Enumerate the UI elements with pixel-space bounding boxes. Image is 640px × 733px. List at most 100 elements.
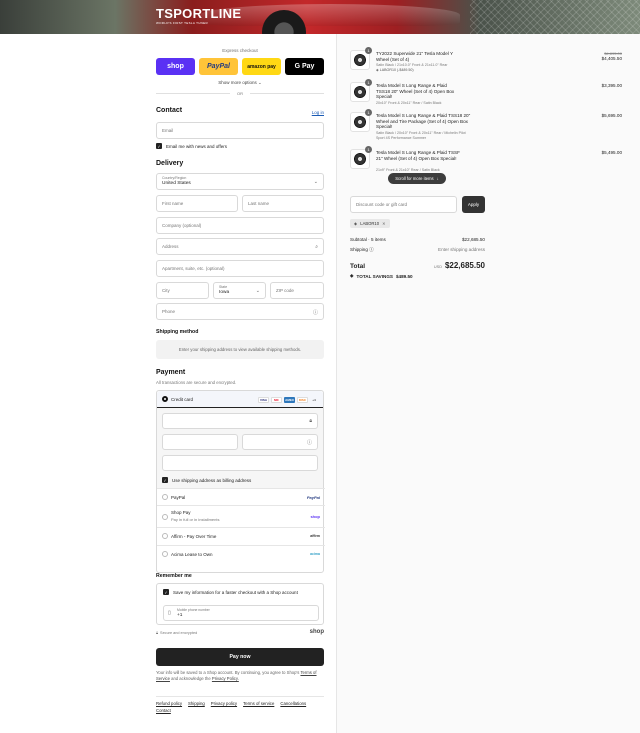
credit-card-radio[interactable] xyxy=(162,396,168,402)
terms-of-service-footer-link[interactable]: Terms of service xyxy=(243,701,274,706)
total-row: Total USD $22,685.50 xyxy=(350,261,485,270)
logo-brand: TSPORTLINE xyxy=(156,6,242,21)
country-value: United States xyxy=(162,181,191,186)
mastercard-icon: MC xyxy=(271,397,282,403)
shop-pay-option[interactable]: Shop Pay Pay in full or in installments … xyxy=(157,505,325,527)
remove-code-icon[interactable]: ✕ xyxy=(382,221,386,226)
shipping-method-note: Enter your shipping address to view avai… xyxy=(156,340,324,359)
newsletter-checkbox[interactable]: ✓ Email me with news and offers xyxy=(156,143,227,149)
product-price: $4,895.00 $4,405.50 xyxy=(602,51,622,61)
address-field[interactable]: Address ⌕ xyxy=(156,238,324,255)
product-variant: 21x9" Front & 21x10" Rear / Satin Black xyxy=(376,168,440,172)
state-select[interactable]: State Iowa ⌄ xyxy=(213,282,266,299)
shop-pay-button[interactable]: shop xyxy=(156,58,195,75)
scroll-hint-text: Scroll for more items xyxy=(395,176,434,181)
shop-pay-sub: Pay in full or in installments xyxy=(171,517,220,522)
login-link[interactable]: Log in xyxy=(312,110,324,115)
phone-placeholder: Phone xyxy=(162,309,176,314)
paypal-button[interactable]: PayPal xyxy=(199,58,238,75)
help-circle-icon[interactable]: ⓘ xyxy=(369,247,374,252)
product-variant: Satin Black / 20x10" Front & 20x11" Rear… xyxy=(376,131,466,140)
total-savings: ◈ TOTAL SAVINGS $489.50 xyxy=(350,273,413,279)
paypal-radio[interactable] xyxy=(162,494,168,500)
refund-policy-link[interactable]: Refund policy xyxy=(156,701,182,706)
fine-print-and: and acknowledge the xyxy=(171,676,211,681)
acima-radio[interactable] xyxy=(162,551,168,557)
paypal-label: PayPal xyxy=(171,494,186,500)
card-number-field[interactable]: 🔒︎ xyxy=(162,413,318,429)
contact-link[interactable]: Contact xyxy=(156,708,171,713)
tag-icon: ◈ xyxy=(350,273,354,278)
expiry-field[interactable] xyxy=(162,434,238,450)
acima-option[interactable]: Acima Lease to Own acima xyxy=(157,545,325,562)
acima-logo: acima xyxy=(310,552,320,556)
country-select[interactable]: Country/Region United States ⌄ xyxy=(156,173,324,190)
last-name-field[interactable]: Last name xyxy=(242,195,324,212)
discount-code-input[interactable]: Discount code or gift card xyxy=(350,196,457,213)
scroll-for-more-pill[interactable]: Scroll for more items ↓ xyxy=(388,173,446,184)
cancellations-link[interactable]: Cancellations xyxy=(280,701,306,706)
billing-same-checkbox[interactable]: ✓ Use shipping address as billing addres… xyxy=(162,477,251,483)
shipping-label: Shipping xyxy=(350,247,368,252)
name-on-card-field[interactable] xyxy=(162,455,318,471)
fine-print-text: Your info will be saved to a Shop accoun… xyxy=(156,670,300,675)
country-label: Country/Region xyxy=(162,176,187,180)
store-logo[interactable]: TSPORTLINE WORLD'S FIRST TESLA TUNER xyxy=(156,6,241,25)
apply-discount-button[interactable]: Apply xyxy=(462,196,485,213)
affirm-option[interactable]: Affirm - Pay Over Time affirm xyxy=(157,527,325,544)
cart-item: 1 Tesla Model S Long Range & Plaid TSS18… xyxy=(350,79,622,108)
apartment-field[interactable]: Apartment, suite, etc. (optional) xyxy=(156,260,324,277)
google-pay-button[interactable]: G Pay xyxy=(285,58,324,75)
company-field[interactable]: Company (optional) xyxy=(156,217,324,234)
cart-items-list[interactable]: 1 TY2022 Superwide 21" Tesla Model Y Whe… xyxy=(337,34,640,189)
city-field[interactable]: City xyxy=(156,282,209,299)
footer-links: Refund policy Shipping Privacy policy Te… xyxy=(156,701,324,713)
amazon-pay-button[interactable]: amazon pay xyxy=(242,58,281,75)
subtotal-label: Subtotal · 5 items xyxy=(350,237,386,242)
wheel-icon xyxy=(354,153,366,165)
checkout-form: Express checkout shop PayPal amazon pay … xyxy=(0,34,336,733)
shop-pay-radio[interactable] xyxy=(162,513,168,520)
secure-note: 🔒︎ Secure and encrypted xyxy=(156,631,197,635)
applied-discount-tag: ◈ LABOR10 ✕ xyxy=(350,219,390,228)
security-code-field[interactable]: ⓘ xyxy=(242,434,318,450)
product-name: Tesla Model S Long Range & Plaid TSS18 2… xyxy=(376,83,455,100)
shipping-value: Enter shipping address xyxy=(438,247,485,252)
address-placeholder: Address xyxy=(162,244,179,249)
privacy-policy-footer-link[interactable]: Privacy policy xyxy=(211,701,237,706)
affirm-logo: affirm xyxy=(310,534,320,538)
help-circle-icon[interactable]: ⓘ xyxy=(313,309,318,316)
shipping-method-heading: Shipping method xyxy=(156,329,199,335)
visa-icon: VISA xyxy=(258,397,269,403)
paypal-option[interactable]: PayPal PayPal xyxy=(157,488,325,505)
email-field[interactable]: Email xyxy=(156,122,324,139)
checkout-form-column: Express checkout shop PayPal amazon pay … xyxy=(156,34,325,733)
show-more-options-link[interactable]: Show more options ⌄ xyxy=(156,80,324,86)
subtotal-value: $22,685.50 xyxy=(462,237,485,242)
mobile-phone-label: Mobile phone number xyxy=(177,608,210,612)
affirm-label: Affirm - Pay Over Time xyxy=(171,533,217,539)
product-price: $5,695.00 xyxy=(601,113,622,118)
product-name: TY2022 Superwide 21" Tesla Model Y Wheel… xyxy=(376,51,453,62)
quantity-badge: 1 xyxy=(365,109,372,116)
shipping-link[interactable]: Shipping xyxy=(188,701,205,706)
quantity-badge: 1 xyxy=(365,47,372,54)
wheel-icon xyxy=(354,54,366,66)
credit-card-option[interactable]: Credit card VISA MC AMEX DISC +4 xyxy=(157,391,323,408)
help-circle-icon[interactable]: ⓘ xyxy=(307,439,312,446)
mobile-phone-field[interactable]: ▯ Mobile phone number +1 xyxy=(163,605,319,621)
pay-now-button[interactable]: Pay now xyxy=(156,648,324,666)
phone-field[interactable]: Phone ⓘ xyxy=(156,303,324,320)
save-info-checkbox[interactable]: ✓ Save my information for a faster check… xyxy=(163,589,298,595)
zip-field[interactable]: ZIP code xyxy=(270,282,324,299)
amex-icon: AMEX xyxy=(284,397,295,403)
wheel-icon xyxy=(354,116,366,128)
affirm-radio[interactable] xyxy=(162,533,168,539)
discount-text: LABOR10 (-$489.50) xyxy=(379,68,414,72)
subtotal-row: Subtotal · 5 items $22,685.50 xyxy=(350,237,485,242)
product-price: $3,395.00 xyxy=(601,83,622,88)
cart-item: 1 TY2022 Superwide 21" Tesla Model Y Whe… xyxy=(350,47,622,78)
first-name-field[interactable]: First name xyxy=(156,195,238,212)
phone-icon: ▯ xyxy=(168,610,171,616)
privacy-policy-link[interactable]: Privacy Policy. xyxy=(212,676,239,681)
